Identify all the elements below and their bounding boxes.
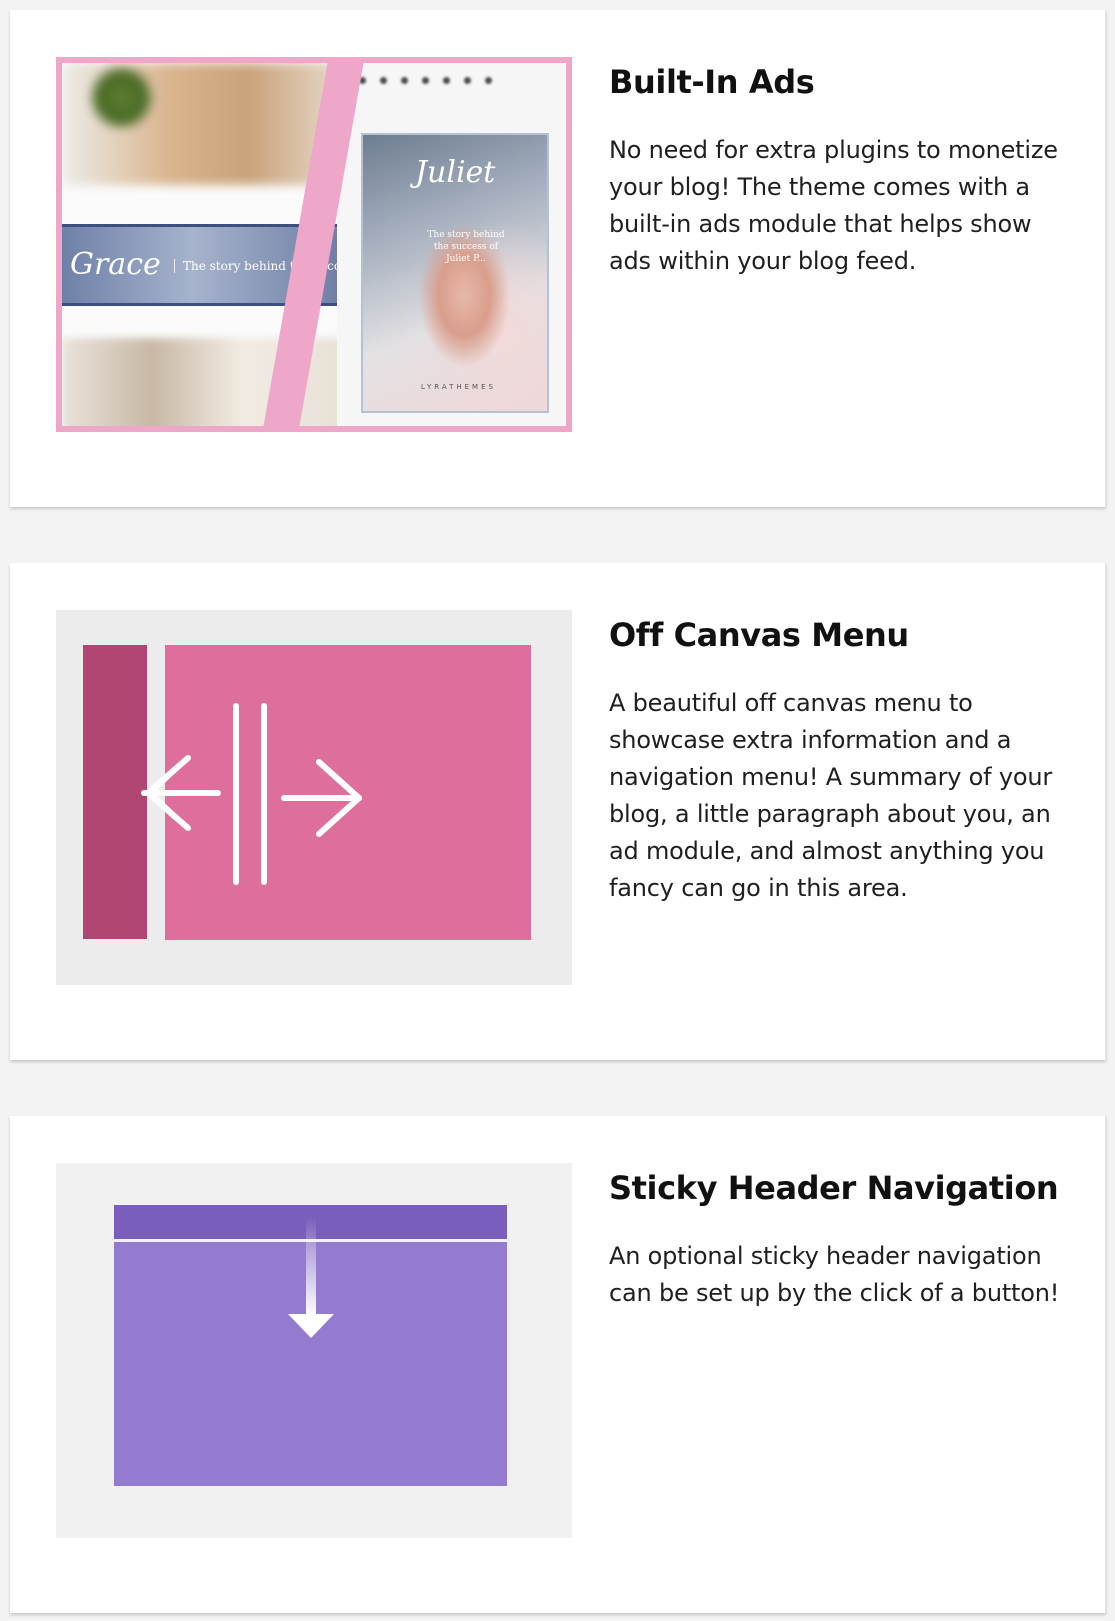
sidebar-ad-script-name: Juliet — [415, 155, 496, 190]
feature-card-built-in-ads: Grace The story behind the succ Juliet T… — [10, 10, 1106, 507]
sidebar-ad-panel: Juliet The story behind the success of J… — [337, 63, 566, 426]
feature-title: Built-In Ads — [609, 63, 815, 101]
feature-copy: Built-In Ads No need for extra plugins t… — [609, 58, 1079, 280]
twitter-icon — [380, 77, 387, 84]
sidebar-ad-brand: LYRATHEMES — [421, 383, 496, 391]
feature-copy: Off Canvas Menu A beautiful off canvas m… — [609, 611, 1079, 907]
instagram-icon — [422, 77, 429, 84]
slide-arrows-icon — [141, 703, 362, 885]
feature-title: Sticky Header Navigation — [609, 1169, 1059, 1207]
youtube-icon — [443, 77, 450, 84]
feature-title: Off Canvas Menu — [609, 616, 909, 654]
feature-copy: Sticky Header Navigation An optional sti… — [609, 1164, 1079, 1312]
sidebar-ad-photo: Juliet The story behind the success of J… — [361, 133, 549, 413]
feature-description: A beautiful off canvas menu to showcase … — [609, 689, 1053, 902]
ads-mockup: Grace The story behind the succ Juliet T… — [62, 63, 566, 426]
feature-card-sticky-header: Sticky Header Navigation An optional sti… — [10, 1116, 1106, 1613]
social-icons-row — [359, 77, 529, 89]
plant-photo — [84, 65, 159, 130]
arrow-down-icon — [288, 1217, 334, 1338]
built-in-ads-illustration: Grace The story behind the succ Juliet T… — [56, 57, 572, 432]
features-page: Grace The story behind the succ Juliet T… — [0, 0, 1115, 1621]
off-canvas-menu-illustration — [56, 610, 572, 985]
rss-icon — [485, 77, 492, 84]
email-icon — [464, 77, 471, 84]
sidebar-ad-tagline: The story behind the success of Juliet P… — [427, 230, 505, 264]
feature-card-off-canvas-menu: Off Canvas Menu A beautiful off canvas m… — [10, 563, 1106, 1060]
blurred-accessories-photo — [62, 338, 362, 426]
feature-description: No need for extra plugins to monetize yo… — [609, 136, 1058, 275]
feature-description: An optional sticky header navigation can… — [609, 1242, 1060, 1307]
sticky-header-illustration — [56, 1163, 572, 1538]
pinterest-icon — [401, 77, 408, 84]
ad-banner-script-name: Grace — [70, 247, 161, 282]
